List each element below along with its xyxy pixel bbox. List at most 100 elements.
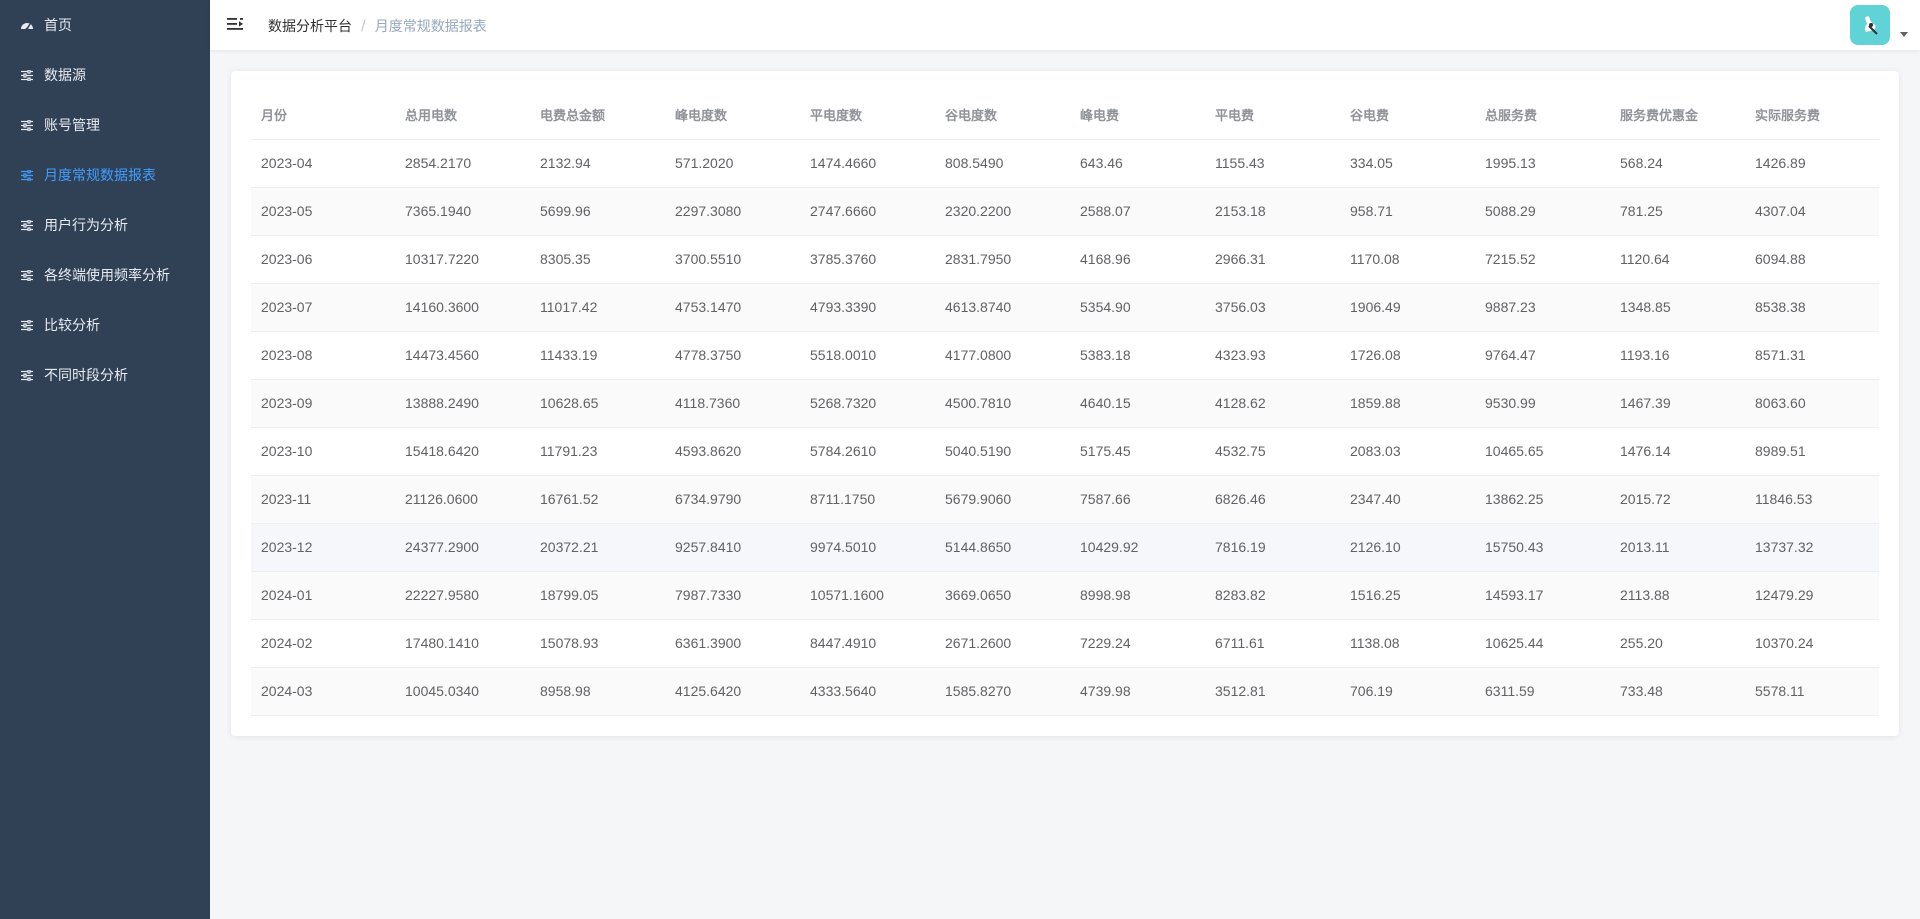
- sidebar-item-home[interactable]: 首页: [0, 0, 210, 50]
- column-header[interactable]: 实际服务费: [1745, 91, 1879, 140]
- table-cell: 4333.5640: [800, 667, 935, 716]
- column-header[interactable]: 峰电度数: [665, 91, 800, 140]
- avatar[interactable]: [1850, 5, 1890, 45]
- sidebar-item-comparison[interactable]: 比较分析: [0, 300, 210, 350]
- table-row[interactable]: 2023-06 10317.7220 8305.35 3700.5510 3785.37…: [251, 235, 1879, 284]
- table-row[interactable]: 2023-09 13888.2490 10628.65 4118.7360 5268.7…: [251, 379, 1879, 428]
- table-cell: 5088.29: [1475, 187, 1610, 236]
- column-header[interactable]: 总用电数: [395, 91, 530, 140]
- sidebar-item-label: 不同时段分析: [44, 368, 128, 384]
- sliders-icon: [20, 168, 34, 182]
- column-header[interactable]: 平电费: [1205, 91, 1340, 140]
- sidebar-item-account[interactable]: 账号管理: [0, 100, 210, 150]
- table-cell: 2297.3080: [665, 187, 800, 236]
- sidebar-item-datasource[interactable]: 数据源: [0, 50, 210, 100]
- table-cell: 8711.1750: [800, 475, 935, 524]
- table-cell: 2024-03: [251, 667, 395, 716]
- table-cell: 7587.66: [1070, 475, 1205, 524]
- table-cell: 15418.6420: [395, 427, 530, 476]
- table-row[interactable]: 2023-04 2854.2170 2132.94 571.2020 1474.4660…: [251, 139, 1879, 188]
- table-cell: 8305.35: [530, 235, 665, 284]
- table-cell: 15750.43: [1475, 523, 1610, 572]
- table-row[interactable]: 2024-03 10045.0340 8958.98 4125.6420 4333.56…: [251, 667, 1879, 716]
- table-cell: 4500.7810: [935, 379, 1070, 428]
- table-cell: 255.20: [1610, 619, 1745, 668]
- table-cell: 22227.9580: [395, 571, 530, 620]
- table-cell: 11433.19: [530, 331, 665, 380]
- sidebar-item-user-behavior[interactable]: 用户行为分析: [0, 200, 210, 250]
- monthly-report-table: 月份 总用电数 电费总金额 峰电度数 平电度数 谷电度数 峰电费 平电费 谷电费…: [251, 91, 1879, 716]
- table-row[interactable]: 2023-08 14473.4560 11433.19 4778.3750 5518.0…: [251, 331, 1879, 380]
- table-cell: 11846.53: [1745, 475, 1879, 524]
- table-row[interactable]: 2023-07 14160.3600 11017.42 4753.1470 4793.3…: [251, 283, 1879, 332]
- table-cell: 14160.3600: [395, 283, 530, 332]
- table-cell: 4125.6420: [665, 667, 800, 716]
- navbar: 数据分析平台 / 月度常规数据报表: [210, 0, 1920, 50]
- table-cell: 1426.89: [1745, 139, 1879, 188]
- table-row[interactable]: 2024-01 22227.9580 18799.05 7987.7330 10571.…: [251, 571, 1879, 620]
- table-cell: 1348.85: [1610, 283, 1745, 332]
- column-header[interactable]: 月份: [251, 91, 395, 140]
- hamburger-icon[interactable]: [226, 15, 244, 33]
- table-cell: 10429.92: [1070, 523, 1205, 572]
- column-header[interactable]: 谷电度数: [935, 91, 1070, 140]
- table-cell: 2015.72: [1610, 475, 1745, 524]
- table-cell: 4532.75: [1205, 427, 1340, 476]
- sidebar-item-label: 账号管理: [44, 118, 100, 134]
- table-cell: 4640.15: [1070, 379, 1205, 428]
- table-cell: 2023-07: [251, 283, 395, 332]
- table-cell: 4753.1470: [665, 283, 800, 332]
- table-cell: 10571.1600: [800, 571, 935, 620]
- table-cell: 4307.04: [1745, 187, 1879, 236]
- table-cell: 13888.2490: [395, 379, 530, 428]
- table-cell: 9530.99: [1475, 379, 1610, 428]
- table-cell: 1467.39: [1610, 379, 1745, 428]
- table-cell: 2747.6660: [800, 187, 935, 236]
- table-cell: 3785.3760: [800, 235, 935, 284]
- table-cell: 334.05: [1340, 139, 1475, 188]
- table-cell: 2024-02: [251, 619, 395, 668]
- table-cell: 10317.7220: [395, 235, 530, 284]
- breadcrumb: 数据分析平台 / 月度常规数据报表: [268, 16, 487, 36]
- table-cell: 3512.81: [1205, 667, 1340, 716]
- table-cell: 2588.07: [1070, 187, 1205, 236]
- breadcrumb-root[interactable]: 数据分析平台: [268, 16, 352, 36]
- table-cell: 16761.52: [530, 475, 665, 524]
- column-header[interactable]: 峰电费: [1070, 91, 1205, 140]
- table-cell: 10625.44: [1475, 619, 1610, 668]
- column-header[interactable]: 谷电费: [1340, 91, 1475, 140]
- table-cell: 6711.61: [1205, 619, 1340, 668]
- column-header[interactable]: 平电度数: [800, 91, 935, 140]
- sidebar-item-label: 数据源: [44, 68, 86, 84]
- table-cell: 2083.03: [1340, 427, 1475, 476]
- column-header[interactable]: 电费总金额: [530, 91, 665, 140]
- table-row[interactable]: 2023-12 24377.2900 20372.21 9257.8410 9974.5…: [251, 523, 1879, 572]
- sliders-icon: [20, 118, 34, 132]
- breadcrumb-current: 月度常规数据报表: [374, 19, 487, 35]
- table-cell: 5354.90: [1070, 283, 1205, 332]
- table-cell: 1476.14: [1610, 427, 1745, 476]
- sidebar-item-monthly-report[interactable]: 月度常规数据报表: [0, 150, 210, 200]
- table-cell: 8063.60: [1745, 379, 1879, 428]
- table-row[interactable]: 2023-11 21126.0600 16761.52 6734.9790 8711.1…: [251, 475, 1879, 524]
- table-cell: 9887.23: [1475, 283, 1610, 332]
- column-header[interactable]: 服务费优惠金: [1610, 91, 1745, 140]
- sidebar-item-terminal-frequency[interactable]: 各终端使用频率分析: [0, 250, 210, 300]
- table-cell: 1193.16: [1610, 331, 1745, 380]
- report-card: 月份 总用电数 电费总金额 峰电度数 平电度数 谷电度数 峰电费 平电费 谷电费…: [231, 71, 1899, 736]
- table-cell: 17480.1410: [395, 619, 530, 668]
- column-header[interactable]: 总服务费: [1475, 91, 1610, 140]
- table-cell: 2023-11: [251, 475, 395, 524]
- table-cell: 5175.45: [1070, 427, 1205, 476]
- table-cell: 2023-10: [251, 427, 395, 476]
- table-cell: 2023-09: [251, 379, 395, 428]
- caret-down-icon[interactable]: [1900, 32, 1908, 37]
- table-row[interactable]: 2023-05 7365.1940 5699.96 2297.3080 2747.666…: [251, 187, 1879, 236]
- sidebar-item-time-period[interactable]: 不同时段分析: [0, 350, 210, 400]
- table-cell: 4613.8740: [935, 283, 1070, 332]
- table-cell: 8283.82: [1205, 571, 1340, 620]
- table-cell: 643.46: [1070, 139, 1205, 188]
- table-cell: 2023-08: [251, 331, 395, 380]
- table-row[interactable]: 2023-10 15418.6420 11791.23 4593.8620 5784.2…: [251, 427, 1879, 476]
- table-row[interactable]: 2024-02 17480.1410 15078.93 6361.3900 8447.4…: [251, 619, 1879, 668]
